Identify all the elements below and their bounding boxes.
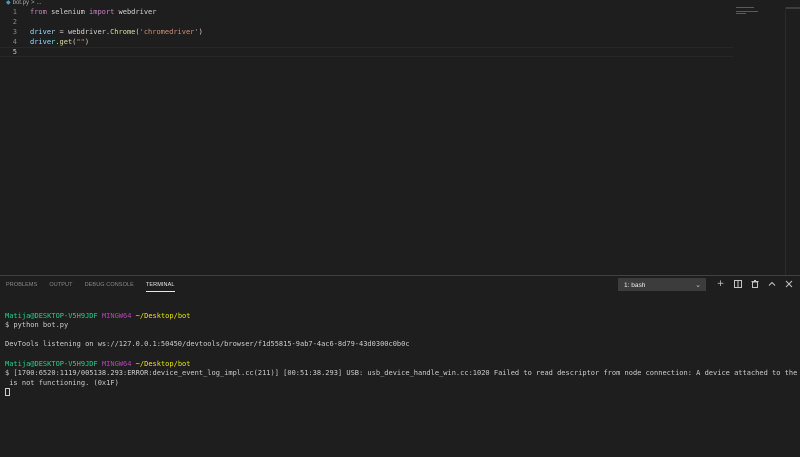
tab-debug-console[interactable]: DEBUG CONSOLE [85, 279, 134, 291]
breadcrumb-separator: > [30, 0, 35, 6]
code-line[interactable]: 3 driver = webdriver.Chrome('chromedriver… [0, 27, 733, 37]
code-token: ) [84, 38, 90, 46]
code-line[interactable]: 2 [0, 17, 733, 27]
tab-output[interactable]: OUTPUT [49, 279, 72, 291]
code-token: 'chromedriver' [139, 28, 199, 36]
line-number: 2 [12, 18, 17, 26]
code-token: ) [198, 28, 203, 36]
prompt-user: Matija@DESKTOP-V5H9JDF [5, 359, 98, 368]
terminal-cursor-line [5, 388, 795, 399]
terminal-output[interactable]: Matija@DESKTOP-V5H9JDF MINGW64 ~/Desktop… [5, 302, 800, 399]
breadcrumb: ◆ bot.py >... [0, 0, 800, 7]
new-terminal-icon[interactable]: + [712, 278, 729, 291]
terminal-error: $ [1700:6520:1119/005138.293:ERROR:devic… [5, 369, 800, 378]
panel-tabs: PROBLEMS OUTPUT DEBUG CONSOLE TERMINAL [0, 276, 181, 294]
code-token: import [89, 8, 115, 16]
code-text: from selenium import webdriver [30, 7, 156, 17]
line-number: 4 [12, 38, 17, 46]
code-token: from [30, 8, 47, 16]
code-token: webdriver [114, 8, 157, 16]
terminal-error: is not functioning. (0x1F) [5, 378, 119, 387]
code-token: selenium [46, 8, 90, 16]
editor-scrollbar[interactable] [785, 7, 800, 275]
minimap[interactable] [736, 7, 784, 27]
code-token: driver [30, 28, 56, 36]
code-token: "" [76, 38, 85, 46]
editor-scrollbar-thumb[interactable] [786, 7, 800, 9]
code-line[interactable]: 5 [0, 47, 733, 57]
panel-actions: + [712, 278, 797, 291]
prompt-shell: MINGW64 [101, 359, 132, 368]
code-token: get [59, 38, 73, 46]
code-editor[interactable]: 1 from selenium import webdriver 2 3 driver … [0, 7, 800, 275]
terminal-select[interactable]: 1: bash ⌄ [618, 278, 706, 291]
prompt-path: ~/Desktop/bot [135, 311, 191, 320]
code-token: Chrome [110, 28, 136, 36]
tab-problems[interactable]: PROBLEMS [6, 279, 37, 291]
python-file-icon: ◆ [6, 0, 11, 6]
breadcrumb-file[interactable]: bot.py [13, 0, 29, 6]
split-terminal-icon[interactable] [729, 278, 746, 291]
tab-terminal[interactable]: TERMINAL [145, 279, 175, 292]
prompt-path: ~/Desktop/bot [135, 359, 191, 368]
breadcrumb-trail[interactable]: ... [37, 0, 42, 6]
terminal-select-value: 1: bash [624, 282, 646, 289]
line-number: 5 [12, 48, 17, 56]
bottom-panel: PROBLEMS OUTPUT DEBUG CONSOLE TERMINAL 1: b… [0, 275, 800, 457]
line-number: 1 [12, 8, 17, 16]
code-token: = webdriver. [55, 28, 111, 36]
code-text: driver.get("") [30, 37, 89, 47]
prompt-shell: MINGW64 [101, 311, 132, 320]
terminal-prompt: Matija@DESKTOP-V5H9JDF MINGW64 ~/Desktop… [5, 360, 795, 370]
prompt-user: Matija@DESKTOP-V5H9JDF [5, 311, 98, 320]
line-number: 3 [12, 28, 17, 36]
code-line[interactable]: 1 from selenium import webdriver [0, 7, 733, 17]
maximize-panel-icon[interactable] [763, 278, 780, 291]
code-token: driver [30, 38, 56, 46]
close-panel-icon[interactable] [780, 278, 797, 291]
terminal-devtools: DevTools listening on ws://127.0.0.1:504… [5, 340, 410, 349]
terminal-cursor [5, 388, 10, 397]
trash-icon[interactable] [746, 278, 763, 291]
chevron-down-icon: ⌄ [695, 282, 701, 289]
terminal-command: $ python bot.py [5, 321, 69, 330]
code-line[interactable]: 4 driver.get("") [0, 37, 733, 47]
terminal-prompt: Matija@DESKTOP-V5H9JDF MINGW64 ~/Desktop… [5, 312, 795, 322]
code-text: driver = webdriver.Chrome('chromedriver'… [30, 27, 203, 37]
